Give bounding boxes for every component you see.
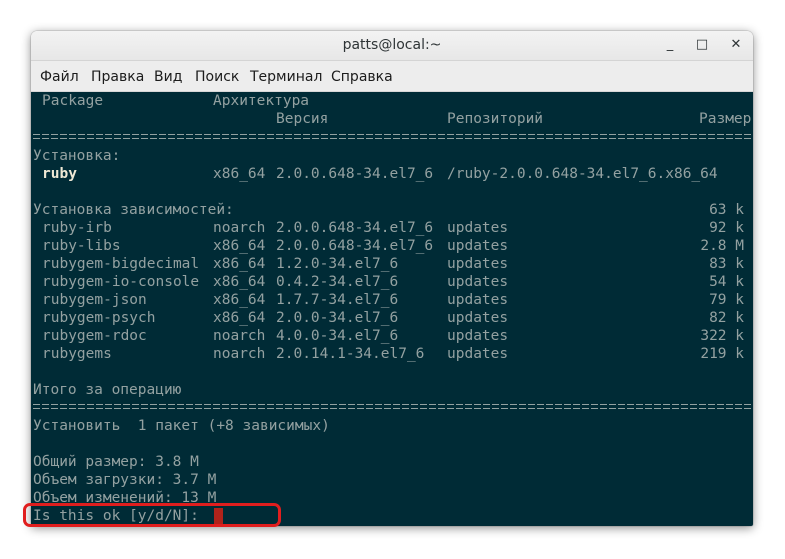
dep-size: 2.8 M xyxy=(700,238,744,254)
terminal-window: patts@local:~ _ □ ✕ Файл Правка Вид Поис… xyxy=(31,31,753,526)
dep-repo: updates xyxy=(447,238,509,254)
dep-arch: x86_64 xyxy=(213,292,266,308)
dep-arch: x86_64 xyxy=(213,256,266,272)
change-size: Объем изменений: 13 M xyxy=(33,490,217,506)
dep-name: rubygem-json xyxy=(42,292,147,308)
table-row: rubygems noarch 2.0.14.1-34.el7_6 update… xyxy=(33,345,744,363)
header-arch: Архитектура xyxy=(213,93,310,109)
dep-arch: x86_64 xyxy=(213,274,266,290)
close-icon[interactable]: ✕ xyxy=(725,34,747,56)
dep-repo: updates xyxy=(447,220,509,236)
package-version: 2.0.0.648-34.el7_6 xyxy=(276,166,434,182)
menu-search[interactable]: Поиск xyxy=(195,69,239,85)
dep-size: 79 k xyxy=(709,292,744,308)
maximize-icon[interactable]: □ xyxy=(691,34,713,56)
dep-version: 2.0.14.1-34.el7_6 xyxy=(276,346,425,362)
summary-label: Итого за операцию xyxy=(33,382,182,398)
separator-line xyxy=(33,402,753,411)
menu-terminal[interactable]: Терминал xyxy=(250,69,322,85)
table-row: rubygem-bigdecimal x86_64 1.2.0-34.el7_6… xyxy=(33,255,744,273)
table-row: rubygem-psych x86_64 2.0.0-34.el7_6 upda… xyxy=(33,309,744,327)
deps-label: Установка зависимостей: xyxy=(33,202,234,218)
dep-size: 322 k xyxy=(700,328,744,344)
package-repo: /ruby-2.0.0.648-34.el7_6.x86_64 xyxy=(447,166,718,182)
dep-version: 1.7.7-34.el7_6 xyxy=(276,292,399,308)
confirm-prompt: Is this ok [y/d/N]: xyxy=(33,508,208,524)
header-row-1: Package Архитектура xyxy=(33,92,309,110)
dep-name: ruby-libs xyxy=(42,238,121,254)
package-name: ruby xyxy=(42,166,77,182)
dep-repo: updates xyxy=(447,292,509,308)
dep-repo: updates xyxy=(447,328,509,344)
header-repo: Репозиторий xyxy=(447,111,544,127)
install-summary: Установить 1 пакет (+8 зависимых) xyxy=(33,418,330,434)
dep-name: rubygems xyxy=(42,346,112,362)
minimize-icon[interactable]: _ xyxy=(659,34,681,56)
main-package-size-row: 63 k xyxy=(33,183,744,218)
dep-repo: updates xyxy=(447,310,509,326)
dep-arch: x86_64 xyxy=(213,310,266,326)
dep-name: rubygem-psych xyxy=(42,310,156,326)
dep-version: 2.0.0.648-34.el7_6 xyxy=(276,220,434,236)
header-size: Размер xyxy=(699,111,752,127)
dep-name: rubygem-rdoc xyxy=(42,328,147,344)
dep-size: 83 k xyxy=(709,256,744,272)
download-size: Объем загрузки: 3.7 M xyxy=(33,472,217,488)
title-bar[interactable]: patts@local:~ _ □ ✕ xyxy=(31,31,753,61)
dep-repo: updates xyxy=(447,274,509,290)
dep-arch: x86_64 xyxy=(213,238,266,254)
header-package: Package xyxy=(42,93,104,109)
dep-arch: noarch xyxy=(213,220,266,236)
header-version: Версия xyxy=(276,111,329,127)
dep-arch: noarch xyxy=(213,346,266,362)
text-cursor[interactable] xyxy=(214,508,223,525)
window-title: patts@local:~ xyxy=(342,37,442,53)
dep-size: 219 k xyxy=(700,346,744,362)
menu-view[interactable]: Вид xyxy=(154,69,182,85)
dep-size: 82 k xyxy=(709,310,744,326)
separator-line xyxy=(33,132,753,141)
table-row: ruby-libs x86_64 2.0.0.648-34.el7_6 upda… xyxy=(33,237,744,255)
menu-edit[interactable]: Правка xyxy=(91,69,144,85)
terminal-output[interactable]: Package Архитектура Версия Репозиторий Р… xyxy=(31,92,753,526)
dep-size: 92 k xyxy=(709,220,744,236)
menu-file[interactable]: Файл xyxy=(40,69,79,85)
header-row-2: Версия Репозиторий Размер xyxy=(33,110,751,128)
dep-version: 2.0.0.648-34.el7_6 xyxy=(276,238,434,254)
dep-arch: noarch xyxy=(213,328,266,344)
total-size: Общий размер: 3.8 M xyxy=(33,454,199,470)
dep-version: 4.0.0-34.el7_6 xyxy=(276,328,399,344)
table-row: ruby-irb noarch 2.0.0.648-34.el7_6 updat… xyxy=(33,219,744,237)
dep-name: rubygem-bigdecimal xyxy=(42,256,200,272)
dep-name: ruby-irb xyxy=(42,220,112,236)
menu-help[interactable]: Справка xyxy=(331,69,393,85)
dep-version: 2.0.0-34.el7_6 xyxy=(276,310,399,326)
dep-version: 0.4.2-34.el7_6 xyxy=(276,274,399,290)
dep-repo: updates xyxy=(447,256,509,272)
table-row: rubygem-rdoc noarch 4.0.0-34.el7_6 updat… xyxy=(33,327,744,345)
package-size: 63 k xyxy=(709,202,744,218)
dep-version: 1.2.0-34.el7_6 xyxy=(276,256,399,272)
dep-name: rubygem-io-console xyxy=(42,274,200,290)
dep-repo: updates xyxy=(447,346,509,362)
main-package-row: ruby x86_64 2.0.0.648-34.el7_6 /ruby-2.0… xyxy=(33,165,718,183)
dep-size: 54 k xyxy=(709,274,744,290)
menu-bar: Файл Правка Вид Поиск Терминал Справка xyxy=(31,61,753,92)
install-label: Установка: xyxy=(33,148,121,164)
package-arch: x86_64 xyxy=(213,166,266,182)
table-row: rubygem-io-console x86_64 0.4.2-34.el7_6… xyxy=(33,273,744,291)
table-row: rubygem-json x86_64 1.7.7-34.el7_6 updat… xyxy=(33,291,744,309)
